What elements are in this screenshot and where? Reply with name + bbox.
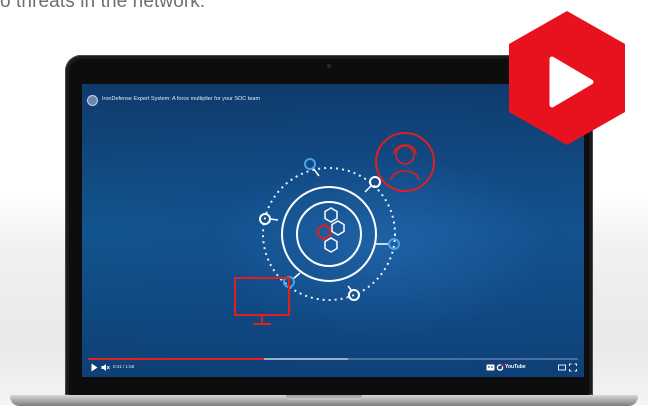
laptop-notch — [286, 395, 362, 400]
analyst-badge-circle — [375, 132, 435, 192]
theater-icon[interactable] — [558, 363, 566, 372]
play-icon[interactable] — [91, 363, 98, 372]
gear-icon[interactable] — [496, 363, 504, 372]
video-time: 0:41 / 1:56 — [113, 364, 135, 369]
hexagon-right — [331, 220, 345, 236]
hexagon-bottom — [324, 237, 338, 253]
monitor-screen — [234, 277, 290, 316]
youtube-play-badge[interactable] — [507, 11, 627, 151]
youtube-wordmark[interactable]: YouTube — [505, 364, 526, 370]
captions-icon[interactable] — [486, 363, 495, 372]
hexagon-top — [324, 207, 338, 223]
progress-played — [88, 358, 265, 360]
webcam — [327, 64, 331, 68]
volume-mute-icon[interactable] — [101, 363, 110, 372]
orbit-node-top — [304, 158, 316, 170]
analyst-head — [395, 145, 415, 165]
progress-bar[interactable] — [88, 358, 578, 360]
hexagon-red — [317, 223, 331, 241]
analyst-shoulders — [390, 170, 420, 181]
fullscreen-icon[interactable] — [569, 363, 577, 372]
orbit-node-bottom — [348, 289, 360, 301]
